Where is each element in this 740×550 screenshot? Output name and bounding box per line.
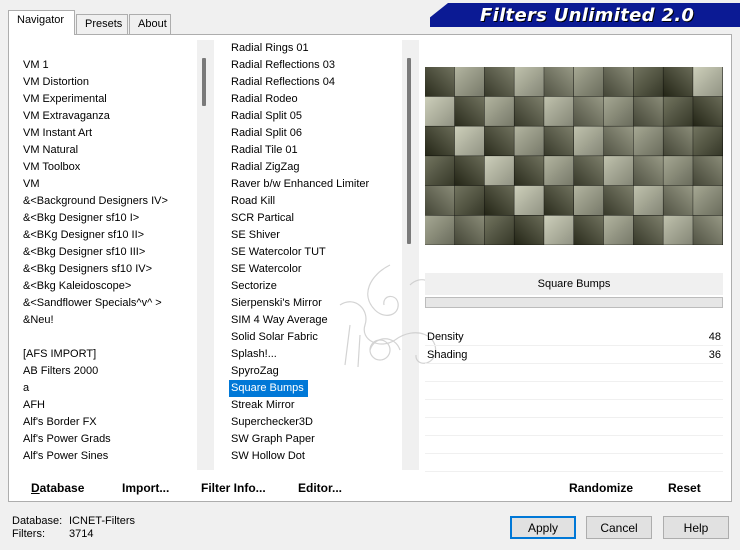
cancel-button[interactable]: Cancel [586, 516, 652, 539]
filter-item[interactable]: SIM 4 Way Average [226, 312, 418, 329]
category-item[interactable]: &<Bkg Designer sf10 III> [14, 244, 212, 261]
filter-scroll-thumb[interactable] [407, 58, 411, 244]
import-button[interactable]: Import... [122, 481, 169, 495]
database-button[interactable]: Database [31, 481, 84, 495]
status-area: Database: ICNET-Filters Filters: 3714 [12, 515, 135, 541]
category-list[interactable]: VM 1 VM Distortion VM Experimental VM Extra… [14, 40, 212, 470]
category-item[interactable]: VM Toolbox [14, 159, 212, 176]
category-scrollbar[interactable] [197, 40, 214, 470]
category-item[interactable]: a [14, 380, 212, 397]
category-item[interactable]: VM Instant Art [14, 125, 212, 142]
category-item[interactable]: &<Sandflower Specials^v^ > [14, 295, 212, 312]
current-filter-name: Square Bumps [425, 273, 723, 295]
filter-item[interactable]: Radial Rings 01 [226, 40, 418, 57]
tab-navigator[interactable]: Navigator [8, 10, 75, 35]
category-item[interactable]: VM 1 [14, 57, 212, 74]
navigator-toolbar: Database Import... Filter Info... Editor… [8, 473, 732, 503]
category-item[interactable]: Alf's Power Sines [14, 448, 212, 465]
filter-list[interactable]: Radial Rings 01 Radial Reflections 03 Radi… [226, 40, 418, 470]
param-row[interactable] [425, 454, 723, 472]
status-database-label: Database: [12, 515, 63, 527]
database-label: atabase [39, 481, 85, 495]
category-item[interactable]: &<Bkg Designers sf10 IV> [14, 261, 212, 278]
filter-item[interactable]: Splash!... [226, 346, 418, 363]
category-item[interactable]: &<Bkg Designer sf10 I> [14, 210, 212, 227]
filter-item[interactable]: Radial Rodeo [226, 91, 418, 108]
reset-button[interactable]: Reset [668, 481, 701, 495]
param-row[interactable] [425, 418, 723, 436]
param-row[interactable]: Density 48 [425, 328, 723, 346]
filter-item[interactable]: Radial Split 05 [226, 108, 418, 125]
category-item[interactable]: &<Bkg Kaleidoscope> [14, 278, 212, 295]
param-row[interactable] [425, 436, 723, 454]
filter-item[interactable]: Superchecker3D [226, 414, 418, 431]
filter-item[interactable]: Road Kill [226, 193, 418, 210]
param-row[interactable] [425, 382, 723, 400]
category-item[interactable]: VM [14, 176, 212, 193]
category-item[interactable]: &Neu! [14, 312, 212, 329]
filter-scrollbar[interactable] [402, 40, 419, 470]
filter-item[interactable]: Raver b/w Enhanced Limiter [226, 176, 418, 193]
filter-item[interactable]: SE Shiver [226, 227, 418, 244]
category-item[interactable]: VM Extravaganza [14, 108, 212, 125]
category-item[interactable]: Alf's Border FX [14, 414, 212, 431]
category-item[interactable]: AFH [14, 397, 212, 414]
param-row[interactable] [425, 400, 723, 418]
filter-item-selected[interactable]: Square Bumps [229, 380, 308, 397]
status-filters-value: 3714 [69, 528, 94, 540]
filter-item[interactable]: Radial Reflections 04 [226, 74, 418, 91]
status-filters-label: Filters: [12, 528, 45, 540]
param-label: Density [427, 331, 464, 343]
tab-presets[interactable]: Presets [76, 14, 128, 34]
category-scroll-thumb[interactable] [202, 58, 206, 106]
category-item[interactable]: AB Filters 2000 [14, 363, 212, 380]
filter-item[interactable]: Radial Split 06 [226, 125, 418, 142]
filter-item[interactable]: SW Graph Paper [226, 431, 418, 448]
param-value: 36 [708, 349, 721, 361]
param-label: Shading [427, 349, 468, 361]
filter-parameters: Density 48 Shading 36 [425, 328, 723, 472]
editor-button[interactable]: Editor... [298, 481, 342, 495]
param-row[interactable]: Shading 36 [425, 346, 723, 364]
filter-item[interactable]: SE Watercolor TUT [226, 244, 418, 261]
category-item[interactable]: &<Background Designers IV> [14, 193, 212, 210]
category-item[interactable]: VM Experimental [14, 91, 212, 108]
category-item[interactable]: VM Natural [14, 142, 212, 159]
filter-item[interactable]: Sierpenski's Mirror [226, 295, 418, 312]
randomize-button[interactable]: Randomize [569, 481, 633, 495]
category-item[interactable] [14, 329, 212, 346]
filter-item[interactable]: SpyroZag [226, 363, 418, 380]
filter-item[interactable]: SW Hollow Dot [226, 448, 418, 465]
preview-progress-bar [425, 297, 723, 308]
filter-item[interactable]: Radial ZigZag [226, 159, 418, 176]
filter-item[interactable]: Radial Tile 01 [226, 142, 418, 159]
category-item[interactable]: Alf's Power Grads [14, 431, 212, 448]
status-database-value: ICNET-Filters [69, 515, 135, 527]
filter-item[interactable]: SCR Partical [226, 210, 418, 227]
filter-item[interactable]: SE Watercolor [226, 261, 418, 278]
filter-item[interactable]: Radial Reflections 03 [226, 57, 418, 74]
app-title-banner: Filters Unlimited 2.0 [430, 3, 740, 27]
category-item[interactable]: [AFS IMPORT] [14, 346, 212, 363]
filter-item[interactable]: Streak Mirror [226, 397, 418, 414]
help-button[interactable]: Help [663, 516, 729, 539]
category-item[interactable]: &<BKg Designer sf10 II> [14, 227, 212, 244]
param-row[interactable] [425, 364, 723, 382]
filter-item[interactable]: Sectorize [226, 278, 418, 295]
category-item[interactable]: VM Distortion [14, 74, 212, 91]
param-value: 48 [708, 331, 721, 343]
tab-about[interactable]: About [129, 14, 171, 34]
filter-preview-image [425, 67, 723, 245]
filter-info-button[interactable]: Filter Info... [201, 481, 266, 495]
filter-item[interactable]: Solid Solar Fabric [226, 329, 418, 346]
apply-button[interactable]: Apply [510, 516, 576, 539]
